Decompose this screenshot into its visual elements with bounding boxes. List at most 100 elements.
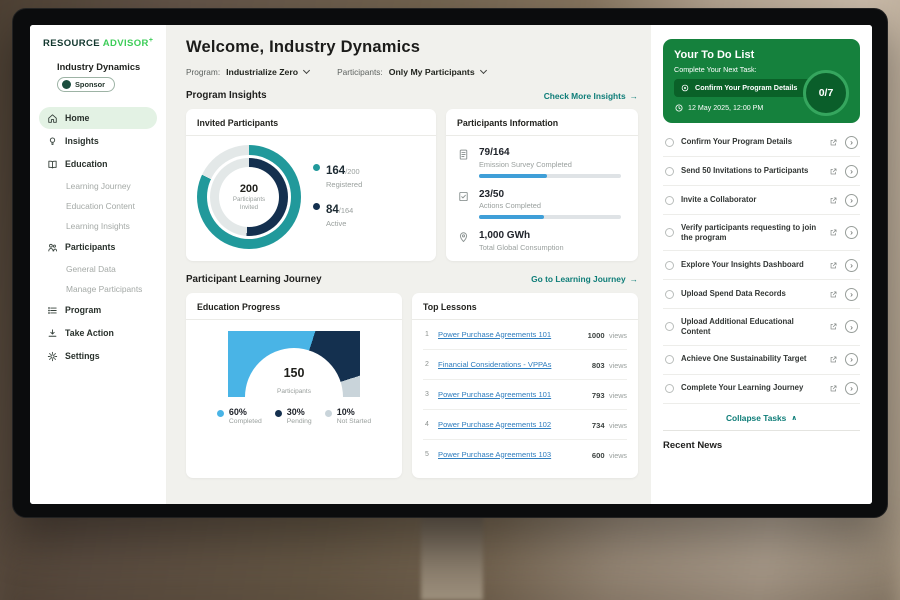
task-row[interactable]: Upload Spend Data Records › <box>663 280 860 309</box>
lesson-link[interactable]: Power Purchase Agreements 103 <box>438 450 585 459</box>
recent-news-heading: Recent News <box>663 430 860 451</box>
main-content: Welcome, Industry Dynamics Program: Indu… <box>167 25 651 504</box>
chevron-right-icon[interactable]: › <box>845 320 858 333</box>
sidebar-item-settings[interactable]: Settings <box>39 345 157 367</box>
chevron-right-icon[interactable]: › <box>845 226 858 239</box>
task-status-icon[interactable] <box>665 261 674 270</box>
sidebar-item-learning-insights[interactable]: Learning Insights <box>39 216 157 235</box>
people-icon <box>47 242 58 253</box>
list-icon <box>47 305 58 316</box>
legend-item-registered: 164/200 Registered <box>313 161 362 189</box>
task-row[interactable]: Explore Your Insights Dashboard › <box>663 251 860 280</box>
check-more-insights-link[interactable]: Check More Insights → <box>544 91 638 101</box>
sidebar-item-education-content[interactable]: Education Content <box>39 196 157 215</box>
lesson-link[interactable]: Power Purchase Agreements 101 <box>438 390 585 399</box>
filter-bar: Program: Industrialize Zero Participants… <box>186 67 638 77</box>
participants-information-card: Participants Information 79/164 Emission… <box>446 109 638 261</box>
sidebar-item-home[interactable]: Home <box>39 107 157 129</box>
sidebar-item-program[interactable]: Program <box>39 299 157 321</box>
participants-select[interactable]: Participants: Only My Participants <box>337 67 486 77</box>
task-row[interactable]: Confirm Your Program Details › <box>663 128 860 157</box>
card-title: Top Lessons <box>412 302 638 320</box>
task-status-icon[interactable] <box>665 322 674 331</box>
legend-dot <box>313 203 320 210</box>
info-row-actions: 23/50 Actions Completed <box>457 189 627 220</box>
external-link-icon <box>829 167 838 176</box>
sidebar-item-insights[interactable]: Insights <box>39 130 157 152</box>
task-row[interactable]: Verify participants requesting to join t… <box>663 215 860 251</box>
go-to-learning-journey-link[interactable]: Go to Learning Journey → <box>531 274 638 284</box>
lesson-link[interactable]: Power Purchase Agreements 101 <box>438 330 581 339</box>
sidebar-item-take-action[interactable]: Take Action <box>39 322 157 344</box>
chevron-right-icon[interactable]: › <box>845 288 858 301</box>
chevron-right-icon[interactable]: › <box>845 259 858 272</box>
next-task-chip[interactable]: Confirm Your Program Details <box>674 79 814 97</box>
section-title-learning-journey: Participant Learning Journey <box>186 274 322 285</box>
lesson-row[interactable]: 2 Financial Considerations - VPPAs 803 v… <box>423 350 627 380</box>
gear-icon <box>47 351 58 362</box>
monitor-bezel: RESOURCE ADVISOR+ Industry Dynamics Spon… <box>12 8 888 518</box>
chevron-right-icon[interactable]: › <box>845 194 858 207</box>
monitor-stand <box>421 512 483 600</box>
card-title: Participants Information <box>446 118 638 136</box>
download-icon <box>47 328 58 339</box>
lesson-link[interactable]: Financial Considerations - VPPAs <box>438 360 585 369</box>
task-status-icon[interactable] <box>665 384 674 393</box>
legend-dot <box>325 410 332 417</box>
sponsor-badge[interactable]: Sponsor <box>57 77 115 92</box>
sidebar-item-education[interactable]: Education <box>39 153 157 175</box>
lesson-row[interactable]: 1 Power Purchase Agreements 101 1000 vie… <box>423 320 627 350</box>
task-status-icon[interactable] <box>665 290 674 299</box>
sidebar-item-manage-participants[interactable]: Manage Participants <box>39 279 157 298</box>
section-title-program-insights: Program Insights <box>186 90 267 101</box>
home-icon <box>47 113 58 124</box>
task-row[interactable]: Invite a Collaborator › <box>663 186 860 215</box>
legend-dot <box>313 164 320 171</box>
sidebar-item-general-data[interactable]: General Data <box>39 259 157 278</box>
sidebar-item-learning-journey[interactable]: Learning Journey <box>39 176 157 195</box>
lesson-row[interactable]: 3 Power Purchase Agreements 101 793 view… <box>423 380 627 410</box>
lesson-row[interactable]: 5 Power Purchase Agreements 103 600 view… <box>423 440 627 469</box>
task-status-icon[interactable] <box>665 228 674 237</box>
chevron-right-icon[interactable]: › <box>845 382 858 395</box>
collapse-tasks-button[interactable]: Collapse Tasks ∧ <box>663 404 860 430</box>
task-row[interactable]: Achieve One Sustainability Target › <box>663 346 860 375</box>
legend-item-completed: 60% Completed <box>217 407 262 425</box>
arrow-right-icon: → <box>630 91 638 101</box>
checklist-icon <box>457 190 470 203</box>
legend-dot <box>275 410 282 417</box>
task-row[interactable]: Complete Your Learning Journey › <box>663 375 860 404</box>
org-name: Industry Dynamics <box>57 62 157 72</box>
survey-icon <box>457 148 470 161</box>
lesson-link[interactable]: Power Purchase Agreements 102 <box>438 420 585 429</box>
gauge-center-label: Participants <box>277 388 311 395</box>
info-row-emission: 79/164 Emission Survey Completed <box>457 147 627 178</box>
program-select[interactable]: Program: Industrialize Zero <box>186 67 309 77</box>
education-progress-card: Education Progress 150 Participants <box>186 293 402 478</box>
invited-participants-card: Invited Participants 200 Participants In… <box>186 109 436 261</box>
invited-legend: 164/200 Registered 84/164 Active <box>313 155 362 239</box>
info-progress-fill <box>479 174 547 178</box>
todo-summary-card: Your To Do List Complete Your Next Task:… <box>663 39 860 123</box>
lesson-row[interactable]: 4 Power Purchase Agreements 102 734 view… <box>423 410 627 440</box>
chevron-right-icon[interactable]: › <box>845 136 858 149</box>
task-status-icon[interactable] <box>665 355 674 364</box>
chevron-right-icon[interactable]: › <box>845 353 858 366</box>
location-pin-icon <box>457 231 470 244</box>
task-row[interactable]: Upload Additional Educational Content › <box>663 309 860 345</box>
task-list: Confirm Your Program Details › Send 50 I… <box>663 128 860 404</box>
chevron-down-icon <box>303 67 310 74</box>
sidebar-item-participants[interactable]: Participants <box>39 236 157 258</box>
chevron-right-icon[interactable]: › <box>845 165 858 178</box>
task-row[interactable]: Send 50 Invitations to Participants › <box>663 157 860 186</box>
gauge-center-value: 150 <box>228 366 360 380</box>
actions-progress-bar <box>479 215 621 219</box>
emission-progress-bar <box>479 174 621 178</box>
task-status-icon[interactable] <box>665 196 674 205</box>
task-status-icon[interactable] <box>665 138 674 147</box>
sponsor-icon <box>62 80 71 89</box>
sidebar: RESOURCE ADVISOR+ Industry Dynamics Spon… <box>30 25 167 504</box>
donut-center-label: Participants Invited <box>226 196 272 212</box>
task-status-icon[interactable] <box>665 167 674 176</box>
app-window: RESOURCE ADVISOR+ Industry Dynamics Spon… <box>30 25 872 504</box>
